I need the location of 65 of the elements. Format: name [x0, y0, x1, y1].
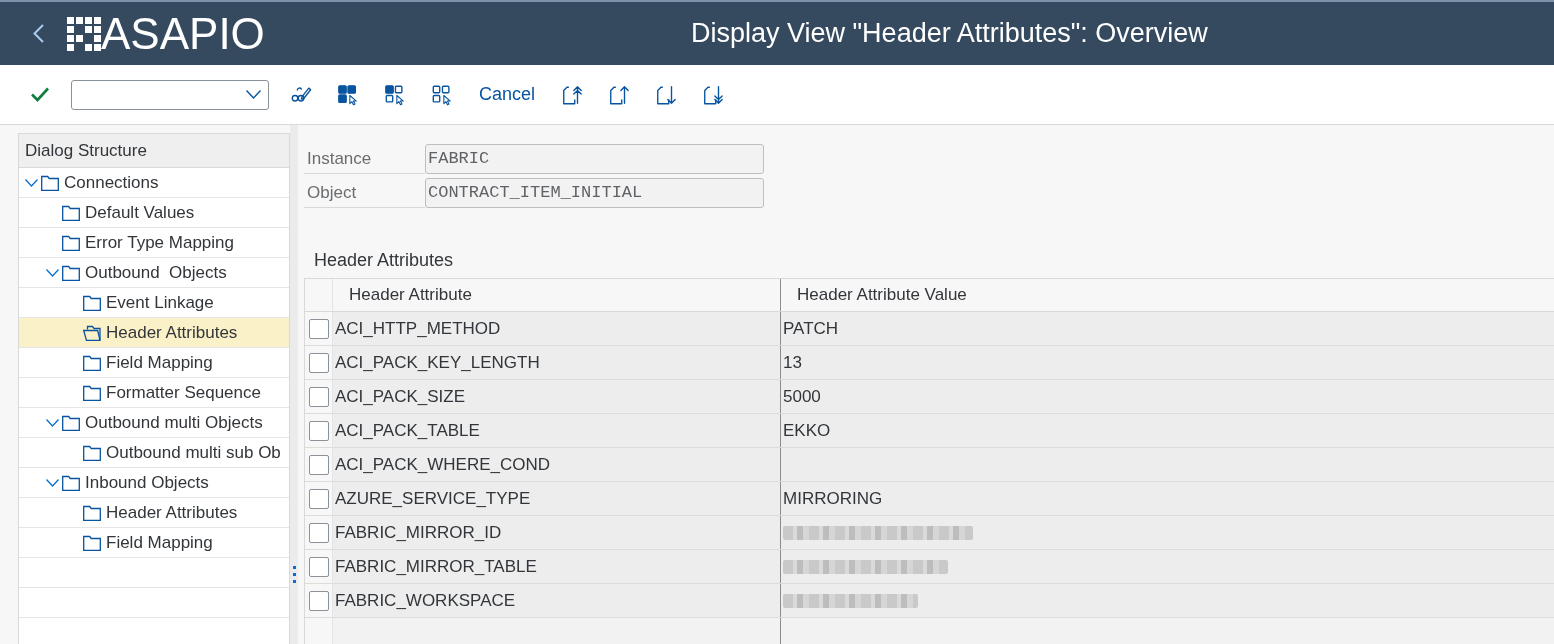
folder-icon — [83, 294, 101, 311]
table-cell-text: ACI_PACK_TABLE — [335, 419, 480, 442]
panel-header: Dialog Structure — [19, 134, 289, 168]
table-cell-text: FABRIC_WORKSPACE — [335, 589, 516, 612]
row-checkbox[interactable] — [309, 454, 329, 475]
table-cell-text: 13 — [783, 351, 802, 374]
chevron-down-icon[interactable] — [46, 478, 59, 487]
filled-grid-cursor-icon — [337, 83, 359, 106]
folder-icon — [83, 534, 101, 551]
table-cell-text: PATCH — [783, 317, 839, 340]
row-checkbox[interactable] — [309, 522, 329, 543]
folder-icon — [83, 504, 101, 521]
chevron-down-icon[interactable] — [46, 268, 59, 277]
folder-icon — [41, 174, 59, 191]
chevron-down-icon[interactable] — [25, 178, 38, 187]
table-cell-text: EKKO — [783, 419, 831, 442]
folder-icon — [83, 384, 101, 401]
column-header[interactable]: Header Attribute — [333, 279, 780, 311]
row-checkbox[interactable] — [309, 318, 329, 339]
folder-icon — [62, 204, 80, 221]
table-cell-text: FABRIC_MIRROR_ID — [335, 521, 502, 544]
row-checkbox[interactable] — [309, 488, 329, 509]
chevron-left-icon — [32, 24, 44, 43]
select-all-button[interactable] — [336, 82, 360, 107]
section-title: Header Attributes — [314, 248, 454, 272]
table-cell-text: ACI_PACK_KEY_LENGTH — [335, 351, 540, 374]
column-header[interactable]: Header Attribute Value — [780, 279, 1554, 311]
select-block-button[interactable] — [383, 82, 407, 107]
folder-icon — [62, 234, 80, 251]
tree-item[interactable]: Header Attributes — [19, 318, 289, 348]
chevron-down-icon — [246, 90, 261, 99]
partial-grid-cursor-icon — [384, 83, 406, 106]
row-checkbox[interactable] — [309, 420, 329, 441]
chevron-down-icon[interactable] — [46, 418, 59, 427]
check-icon — [31, 87, 49, 102]
row-checkbox[interactable] — [309, 352, 329, 373]
table-cell-text: ACI_PACK_WHERE_COND — [335, 453, 551, 476]
folder-icon — [83, 444, 101, 461]
folder-icon — [62, 264, 80, 281]
table-cell-text: AZURE_SERVICE_TYPE — [335, 487, 531, 510]
open-folder-icon — [83, 324, 101, 341]
page-title: Display View "Header Attributes": Overview — [690, 17, 1208, 51]
row-checkbox[interactable] — [309, 590, 329, 611]
logo-mark-icon — [67, 16, 101, 51]
folder-icon — [83, 354, 101, 371]
row-checkbox[interactable] — [309, 556, 329, 577]
page-double-up-icon — [561, 83, 584, 106]
read-only-field[interactable]: CONTRACT_ITEM_INITIAL — [425, 178, 764, 208]
page-double-down-icon — [702, 83, 725, 106]
row-checkbox[interactable] — [309, 386, 329, 407]
logo-text: ASAPIO — [101, 11, 265, 56]
table-cell-text: FABRIC_MIRROR_TABLE — [335, 555, 537, 578]
folder-icon — [62, 474, 80, 491]
table-cell-text: ACI_HTTP_METHOD — [335, 317, 501, 340]
table-cell-text: 5000 — [783, 385, 821, 408]
page-down-icon — [655, 83, 678, 106]
table-cell-text: MIRRORING — [783, 487, 883, 510]
dropdown-field[interactable] — [71, 79, 269, 110]
folder-icon — [62, 414, 80, 431]
read-only-field[interactable]: FABRIC — [425, 144, 764, 174]
page-up-icon — [608, 83, 631, 106]
cancel-button[interactable]: Cancel — [477, 79, 538, 110]
table-cell-text: ACI_PACK_SIZE — [335, 385, 466, 408]
grip-dots-icon[interactable] — [292, 566, 296, 583]
outline-grid-cursor-icon — [431, 83, 453, 106]
